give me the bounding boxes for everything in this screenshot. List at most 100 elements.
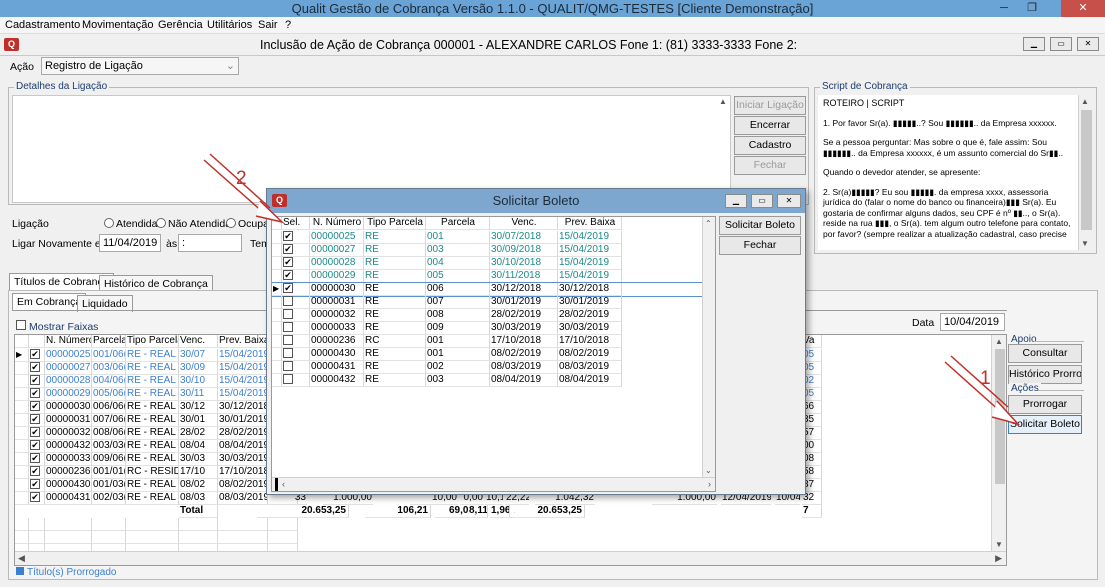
column-header: N. Número: [45, 335, 92, 348]
tab-em-cobranca[interactable]: Em Cobrança: [12, 293, 87, 310]
row-checkbox[interactable]: ✔: [29, 427, 45, 440]
dialog-solicitar-boleto-button[interactable]: Solicitar Boleto: [719, 216, 801, 235]
checkbox-icon: ✔: [30, 466, 40, 476]
boleto-row-checkbox[interactable]: ✔: [282, 257, 310, 270]
scroll-down-icon[interactable]: ⌄: [705, 466, 712, 475]
scroll-down-icon[interactable]: ▼: [1081, 239, 1089, 248]
grid-hscrollbar[interactable]: ◀ ▶: [15, 551, 1006, 565]
dialog-fechar-button[interactable]: Fechar: [719, 236, 801, 255]
form-restore-button[interactable]: ▭: [1050, 37, 1072, 51]
scroll-right-icon[interactable]: ▶: [995, 553, 1002, 564]
radio-atendida[interactable]: Atendida: [104, 218, 157, 230]
fechar-ligacao-button[interactable]: Fechar: [734, 156, 806, 175]
data-input[interactable]: 10/04/2019: [940, 313, 1005, 331]
row-checkbox[interactable]: ✔: [29, 414, 45, 427]
solicitar-boleto-button[interactable]: Solicitar Boleto: [1008, 415, 1082, 434]
cell-numero: 00000031: [45, 414, 92, 427]
boleto-vscrollbar[interactable]: ⌃ ⌄: [702, 217, 715, 477]
boleto-hscrollbar[interactable]: ‹ ›: [272, 477, 715, 491]
prorrogar-titulos-button[interactable]: Prorrogar Títulos: [1008, 395, 1082, 427]
legend-prorrogado-label: Título(s) Prorrogado: [27, 567, 117, 578]
form-title: Inclusão de Ação de Cobrança 000001 - AL…: [260, 38, 798, 52]
historico-prorrogacao-button[interactable]: Histórico Prorrogaç: [1008, 365, 1082, 384]
dialog-close-button[interactable]: ✕: [777, 194, 801, 208]
row-checkbox[interactable]: ✔: [29, 388, 45, 401]
app-title-bar: Qualit Gestão de Cobrança Versão 1.1.0 -…: [0, 0, 1105, 17]
checkbox-icon: ✔: [283, 257, 293, 267]
boleto-row-checkbox[interactable]: [282, 361, 310, 374]
dialog-restore-button[interactable]: ▭: [751, 194, 773, 208]
boleto-row-checkbox[interactable]: [282, 322, 310, 335]
checkbox-icon: ✔: [283, 283, 293, 293]
menu-sair[interactable]: Sair: [258, 19, 278, 31]
acao-select[interactable]: Registro de Ligação ⌄: [41, 57, 239, 75]
row-checkbox[interactable]: ✔: [29, 479, 45, 492]
boleto-row-checkbox[interactable]: [282, 374, 310, 387]
minimize-button[interactable]: ─: [991, 0, 1017, 17]
cell-parcela: 001: [426, 348, 490, 361]
cell-prev-baixa: 17/10/2018: [558, 335, 622, 348]
cell-prev-baixa: 15/04/2019: [218, 349, 268, 362]
consultar-titulo-button[interactable]: Consultar Título: [1008, 344, 1082, 376]
scroll-up-icon[interactable]: ⌃: [705, 219, 712, 228]
cell-prev-baixa: 08/02/2019: [218, 479, 268, 492]
boleto-row-checkbox[interactable]: ✔: [282, 283, 310, 296]
restore-icon[interactable]: ❐: [1019, 0, 1045, 17]
ligar-date-input[interactable]: 11/04/2019: [99, 234, 161, 252]
menu-cadastramento[interactable]: Cadastramento: [5, 19, 80, 31]
iniciar-ligacao-button[interactable]: Iniciar Ligação: [734, 96, 806, 115]
cell-parcela: 001/01(: [92, 466, 126, 479]
row-checkbox[interactable]: ✔: [29, 453, 45, 466]
menu-movimentacao[interactable]: Movimentação: [82, 19, 154, 31]
boleto-row-checkbox[interactable]: ✔: [282, 244, 310, 257]
row-checkbox[interactable]: ✔: [29, 401, 45, 414]
mostrar-faixas-checkbox[interactable]: Mostrar Faixas: [16, 320, 98, 333]
menu-utilitarios[interactable]: Utilitários: [207, 19, 252, 31]
menu-help[interactable]: ?: [285, 19, 291, 31]
boleto-row: 00000031 RE 007 30/01/2019 30/01/2019: [272, 296, 702, 309]
grid-vscrollbar[interactable]: ▲ ▼: [991, 335, 1006, 551]
boleto-row-checkbox[interactable]: [282, 309, 310, 322]
tab-titulos-cobranca[interactable]: Títulos de Cobrança: [9, 273, 114, 290]
row-checkbox[interactable]: ✔: [29, 492, 45, 505]
scroll-up-icon[interactable]: ▲: [1081, 97, 1089, 106]
encerrar-ligacao-button[interactable]: Encerrar Ligação: [734, 116, 806, 148]
cell-numero: 00000025: [310, 231, 364, 244]
checkbox-icon: ✔: [30, 401, 40, 411]
close-button[interactable]: ✕: [1061, 0, 1105, 17]
row-checkbox[interactable]: ✔: [29, 362, 45, 375]
scroll-down-icon[interactable]: ▼: [995, 540, 1003, 549]
row-checkbox[interactable]: ✔: [29, 440, 45, 453]
scroll-up-icon[interactable]: ▲: [995, 337, 1003, 346]
scroll-left-icon[interactable]: ‹: [282, 479, 285, 489]
boleto-row-checkbox[interactable]: [282, 335, 310, 348]
boleto-row-checkbox[interactable]: [282, 296, 310, 309]
row-checkbox[interactable]: ✔: [29, 466, 45, 479]
scroll-thumb[interactable]: [1081, 110, 1092, 230]
form-minimize-button[interactable]: ▁: [1023, 37, 1045, 51]
scroll-thumb[interactable]: [995, 349, 1005, 484]
script-scrollbar[interactable]: ▲ ▼: [1078, 95, 1094, 250]
scroll-up-icon[interactable]: ▲: [719, 97, 727, 106]
menu-gerencia[interactable]: Gerência: [158, 19, 203, 31]
form-close-button[interactable]: ✕: [1077, 37, 1099, 51]
table-row-empty: [15, 518, 991, 531]
dialog-minimize-button[interactable]: ▁: [725, 194, 747, 208]
radio-ocupado[interactable]: Ocupado: [226, 218, 266, 230]
boleto-grid[interactable]: Sel. N. Número Tipo Parcela Parcela Venc. Pre…: [271, 216, 716, 492]
cell-tipo: RE: [364, 374, 426, 387]
scroll-left-icon[interactable]: ◀: [18, 553, 25, 564]
boleto-row-checkbox[interactable]: ✔: [282, 270, 310, 283]
cadastro-button[interactable]: Cadastro: [734, 136, 806, 155]
boleto-row-checkbox[interactable]: ✔: [282, 231, 310, 244]
row-indicator: [272, 322, 282, 335]
row-indicator: [15, 388, 29, 401]
row-checkbox[interactable]: ✔: [29, 375, 45, 388]
cell-parcela: 001: [426, 231, 490, 244]
detalhes-textarea[interactable]: [12, 95, 731, 203]
scroll-right-icon[interactable]: ›: [708, 479, 711, 489]
boleto-row-checkbox[interactable]: [282, 348, 310, 361]
ligar-time-input[interactable]: :: [178, 234, 242, 252]
radio-nao-atendida[interactable]: Não Atendida: [156, 218, 231, 230]
row-checkbox[interactable]: ✔: [29, 349, 45, 362]
